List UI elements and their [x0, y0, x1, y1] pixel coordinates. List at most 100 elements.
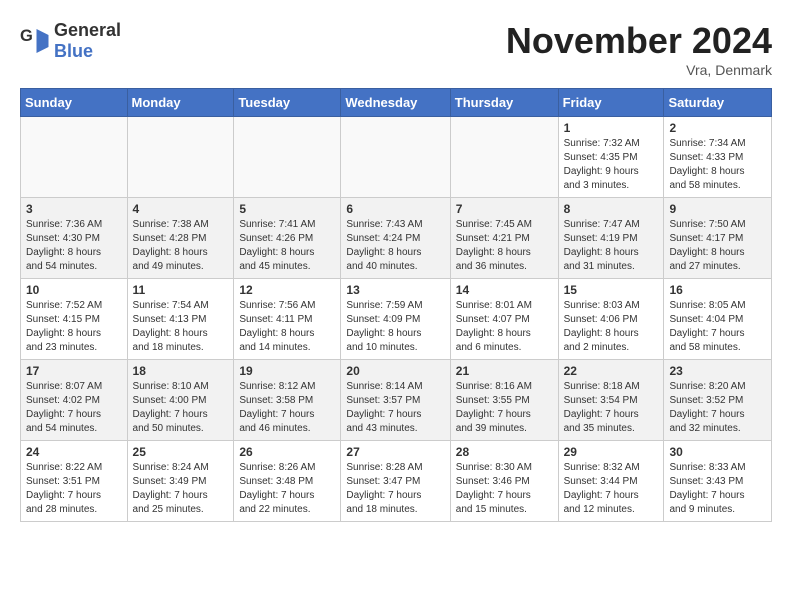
day-number: 13 — [346, 283, 444, 297]
location: Vra, Denmark — [506, 62, 772, 78]
day-info: Sunrise: 7:52 AMSunset: 4:15 PMDaylight:… — [26, 299, 122, 355]
day-number: 2 — [669, 121, 766, 135]
logo-general: General — [54, 20, 121, 40]
header-monday: Monday — [127, 89, 234, 117]
day-number: 24 — [26, 445, 122, 459]
calendar: SundayMondayTuesdayWednesdayThursdayFrid… — [20, 88, 772, 522]
calendar-cell: 7 Sunrise: 7:45 AMSunset: 4:21 PMDaylight… — [450, 198, 558, 279]
day-info: Sunrise: 7:41 AMSunset: 4:26 PMDaylight:… — [239, 218, 335, 274]
calendar-cell: 16 Sunrise: 8:05 AMSunset: 4:04 PMDayligh… — [664, 279, 772, 360]
calendar-cell: 2 Sunrise: 7:34 AMSunset: 4:33 PMDaylight… — [664, 117, 772, 198]
day-info: Sunrise: 7:43 AMSunset: 4:24 PMDaylight:… — [346, 218, 444, 274]
day-info: Sunrise: 7:34 AMSunset: 4:33 PMDaylight:… — [669, 137, 766, 193]
day-info: Sunrise: 7:47 AMSunset: 4:19 PMDaylight:… — [564, 218, 659, 274]
header-friday: Friday — [558, 89, 664, 117]
header-thursday: Thursday — [450, 89, 558, 117]
calendar-cell: 13 Sunrise: 7:59 AMSunset: 4:09 PMDayligh… — [341, 279, 450, 360]
calendar-header-row: SundayMondayTuesdayWednesdayThursdayFrid… — [21, 89, 772, 117]
calendar-cell: 21Sunrise: 8:16 AMSunset: 3:55 PMDayligh… — [450, 360, 558, 441]
day-number: 21 — [456, 364, 553, 378]
title-area: November 2024 Vra, Denmark — [506, 20, 772, 78]
day-number: 8 — [564, 202, 659, 216]
day-info: Sunrise: 7:32 AMSunset: 4:35 PMDaylight:… — [564, 137, 659, 193]
calendar-week-3: 10 Sunrise: 7:52 AMSunset: 4:15 PMDayligh… — [21, 279, 772, 360]
header-saturday: Saturday — [664, 89, 772, 117]
header-tuesday: Tuesday — [234, 89, 341, 117]
day-number: 15 — [564, 283, 659, 297]
day-number: 28 — [456, 445, 553, 459]
day-number: 16 — [669, 283, 766, 297]
calendar-cell — [21, 117, 128, 198]
svg-text:G: G — [20, 27, 33, 45]
calendar-week-5: 24 Sunrise: 8:22 AMSunset: 3:51 PMDayligh… — [21, 441, 772, 522]
calendar-cell: 6 Sunrise: 7:43 AMSunset: 4:24 PMDaylight… — [341, 198, 450, 279]
calendar-cell — [341, 117, 450, 198]
day-info: Sunrise: 8:01 AMSunset: 4:07 PMDaylight:… — [456, 299, 553, 355]
calendar-week-2: 3 Sunrise: 7:36 AMSunset: 4:30 PMDaylight… — [21, 198, 772, 279]
calendar-cell: 10 Sunrise: 7:52 AMSunset: 4:15 PMDayligh… — [21, 279, 128, 360]
logo-icon: G — [20, 26, 50, 56]
calendar-cell: 9 Sunrise: 7:50 AMSunset: 4:17 PMDaylight… — [664, 198, 772, 279]
calendar-cell: 24 Sunrise: 8:22 AMSunset: 3:51 PMDayligh… — [21, 441, 128, 522]
day-number: 3 — [26, 202, 122, 216]
calendar-cell: 25Sunrise: 8:24 AMSunset: 3:49 PMDayligh… — [127, 441, 234, 522]
day-number: 18 — [133, 364, 229, 378]
day-number: 30 — [669, 445, 766, 459]
day-number: 7 — [456, 202, 553, 216]
calendar-cell: 18 Sunrise: 8:10 AMSunset: 4:00 PMDayligh… — [127, 360, 234, 441]
calendar-cell: 26 Sunrise: 8:26 AMSunset: 3:48 PMDayligh… — [234, 441, 341, 522]
day-number: 29 — [564, 445, 659, 459]
day-number: 26 — [239, 445, 335, 459]
calendar-cell: 11Sunrise: 7:54 AMSunset: 4:13 PMDayligh… — [127, 279, 234, 360]
calendar-cell: 27Sunrise: 8:28 AMSunset: 3:47 PMDayligh… — [341, 441, 450, 522]
calendar-cell: 1 Sunrise: 7:32 AMSunset: 4:35 PMDaylight… — [558, 117, 664, 198]
day-number: 17 — [26, 364, 122, 378]
calendar-cell: 14 Sunrise: 8:01 AMSunset: 4:07 PMDayligh… — [450, 279, 558, 360]
calendar-cell: 20 Sunrise: 8:14 AMSunset: 3:57 PMDayligh… — [341, 360, 450, 441]
day-info: Sunrise: 7:59 AMSunset: 4:09 PMDaylight:… — [346, 299, 444, 355]
day-info: Sunrise: 8:26 AMSunset: 3:48 PMDaylight:… — [239, 461, 335, 517]
day-number: 14 — [456, 283, 553, 297]
day-info: Sunrise: 8:10 AMSunset: 4:00 PMDaylight:… — [133, 380, 229, 436]
day-info: Sunrise: 8:20 AMSunset: 3:52 PMDaylight:… — [669, 380, 766, 436]
calendar-cell: 28 Sunrise: 8:30 AMSunset: 3:46 PMDayligh… — [450, 441, 558, 522]
day-info: Sunrise: 8:14 AMSunset: 3:57 PMDaylight:… — [346, 380, 444, 436]
header: G General Blue November 2024 Vra, Denmar… — [20, 20, 772, 78]
day-number: 6 — [346, 202, 444, 216]
day-number: 19 — [239, 364, 335, 378]
calendar-cell: 12 Sunrise: 7:56 AMSunset: 4:11 PMDayligh… — [234, 279, 341, 360]
calendar-cell: 19 Sunrise: 8:12 AMSunset: 3:58 PMDayligh… — [234, 360, 341, 441]
calendar-cell: 30 Sunrise: 8:33 AMSunset: 3:43 PMDayligh… — [664, 441, 772, 522]
month-title: November 2024 — [506, 20, 772, 62]
day-info: Sunrise: 8:32 AMSunset: 3:44 PMDaylight:… — [564, 461, 659, 517]
day-info: Sunrise: 8:30 AMSunset: 3:46 PMDaylight:… — [456, 461, 553, 517]
calendar-cell — [127, 117, 234, 198]
day-info: Sunrise: 8:07 AMSunset: 4:02 PMDaylight:… — [26, 380, 122, 436]
logo-blue: Blue — [54, 41, 93, 61]
logo: G General Blue — [20, 20, 121, 62]
calendar-cell: 15Sunrise: 8:03 AMSunset: 4:06 PMDayligh… — [558, 279, 664, 360]
day-number: 9 — [669, 202, 766, 216]
calendar-cell: 4Sunrise: 7:38 AMSunset: 4:28 PMDaylight… — [127, 198, 234, 279]
day-info: Sunrise: 7:36 AMSunset: 4:30 PMDaylight:… — [26, 218, 122, 274]
day-info: Sunrise: 7:54 AMSunset: 4:13 PMDaylight:… — [133, 299, 229, 355]
day-number: 10 — [26, 283, 122, 297]
calendar-cell: 23Sunrise: 8:20 AMSunset: 3:52 PMDayligh… — [664, 360, 772, 441]
day-number: 25 — [133, 445, 229, 459]
day-info: Sunrise: 8:05 AMSunset: 4:04 PMDaylight:… — [669, 299, 766, 355]
day-info: Sunrise: 7:45 AMSunset: 4:21 PMDaylight:… — [456, 218, 553, 274]
day-number: 1 — [564, 121, 659, 135]
day-info: Sunrise: 8:22 AMSunset: 3:51 PMDaylight:… — [26, 461, 122, 517]
day-info: Sunrise: 8:12 AMSunset: 3:58 PMDaylight:… — [239, 380, 335, 436]
day-info: Sunrise: 7:50 AMSunset: 4:17 PMDaylight:… — [669, 218, 766, 274]
day-info: Sunrise: 8:33 AMSunset: 3:43 PMDaylight:… — [669, 461, 766, 517]
day-number: 12 — [239, 283, 335, 297]
calendar-cell — [450, 117, 558, 198]
calendar-cell: 8 Sunrise: 7:47 AMSunset: 4:19 PMDaylight… — [558, 198, 664, 279]
day-info: Sunrise: 7:56 AMSunset: 4:11 PMDaylight:… — [239, 299, 335, 355]
calendar-cell: 22Sunrise: 8:18 AMSunset: 3:54 PMDayligh… — [558, 360, 664, 441]
day-info: Sunrise: 8:28 AMSunset: 3:47 PMDaylight:… — [346, 461, 444, 517]
day-number: 20 — [346, 364, 444, 378]
header-sunday: Sunday — [21, 89, 128, 117]
calendar-cell — [234, 117, 341, 198]
